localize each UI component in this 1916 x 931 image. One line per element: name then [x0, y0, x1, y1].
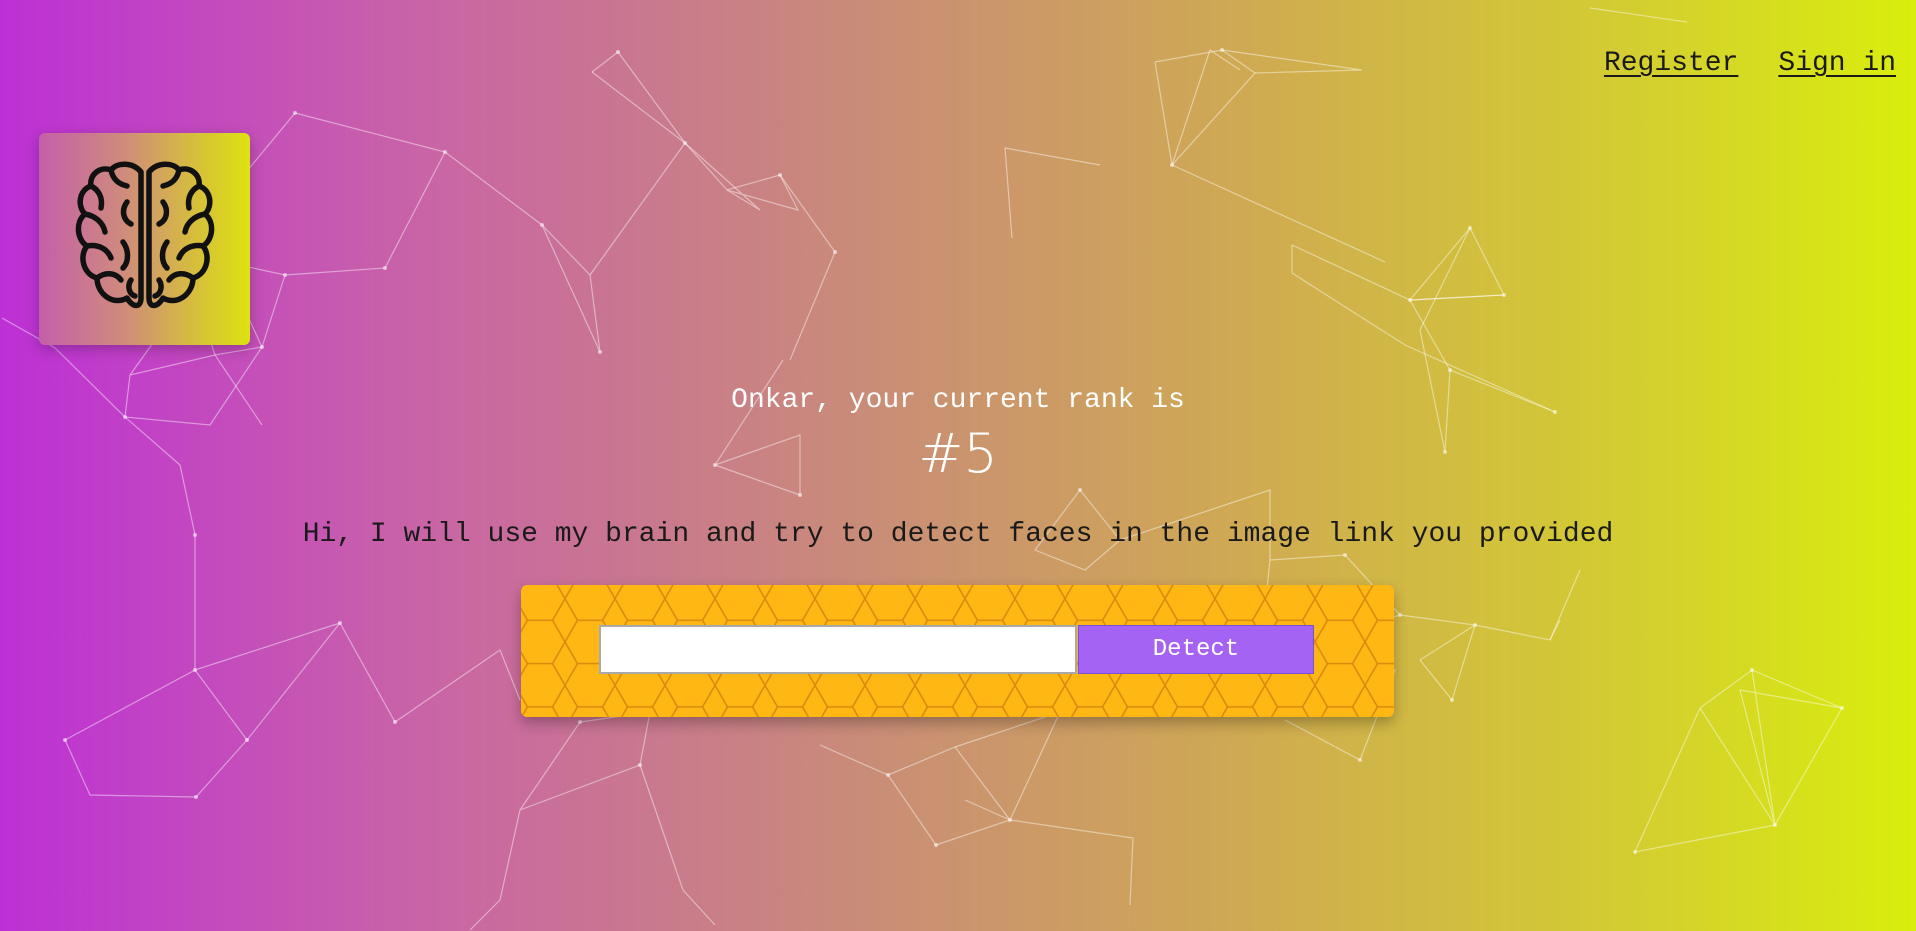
- register-link[interactable]: Register: [1604, 48, 1738, 79]
- brain-icon: [75, 161, 214, 309]
- detect-button[interactable]: Detect: [1078, 625, 1314, 674]
- intro-text: Hi, I will use my brain and try to detec…: [302, 519, 1614, 550]
- image-url-input[interactable]: [599, 625, 1077, 674]
- top-navigation: Register Sign in: [1604, 48, 1896, 79]
- rank-value: #5: [918, 422, 998, 485]
- sign-in-link[interactable]: Sign in: [1778, 48, 1896, 79]
- rank-message: Onkar, your current rank is: [731, 385, 1185, 416]
- image-url-form: Detect: [521, 585, 1394, 717]
- logo-card: [39, 133, 250, 345]
